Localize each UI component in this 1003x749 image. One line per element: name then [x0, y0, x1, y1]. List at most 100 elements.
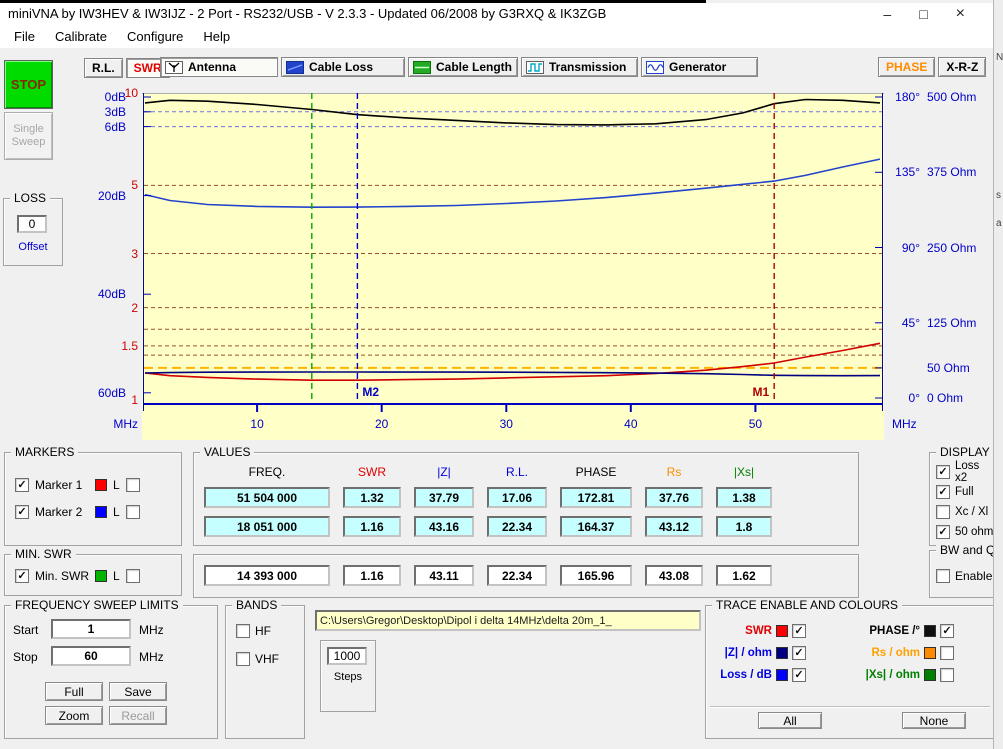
trace-checkbox-swr[interactable]: ✓ [792, 624, 806, 638]
values-header-z: |Z| [414, 465, 474, 479]
sweep-start-input[interactable] [51, 619, 131, 639]
marker-l-checkbox[interactable] [126, 478, 140, 492]
min-swr-l-checkbox[interactable] [126, 569, 140, 583]
right-axis-label: 0°0 Ohm [888, 391, 963, 405]
display-checkbox-50-ohm[interactable]: ✓ [936, 525, 950, 539]
close-icon[interactable]: × [956, 5, 965, 23]
mode-button-transmission[interactable]: Transmission [521, 57, 638, 77]
file-path-input[interactable] [315, 610, 701, 631]
minimize-icon[interactable]: – [883, 6, 891, 22]
trace-item-label: Rs / ohm [852, 647, 920, 659]
right-axis-label: 90°250 Ohm [888, 241, 976, 255]
trace-item-xs-ohm: |Xs| / ohm [852, 666, 954, 683]
chart-plot[interactable]: M1M2 [142, 93, 884, 440]
trace-none-button[interactable]: None [902, 712, 966, 729]
stop-button[interactable]: STOP [4, 60, 53, 109]
trace-color-swatch-xs-ohm[interactable] [924, 669, 936, 681]
chart-area[interactable]: M1M2 [142, 93, 884, 440]
trace-checkbox-xs-ohm[interactable] [940, 668, 954, 682]
loss-offset-field[interactable]: 0 [17, 215, 47, 233]
values-header-xs: |Xs| [716, 465, 772, 479]
mode-button-cable-length[interactable]: Cable Length [408, 57, 518, 77]
mode-button-cable-loss[interactable]: Cable Loss [281, 57, 405, 77]
trace-color-swatch-loss-db[interactable] [776, 669, 788, 681]
mode-button-label: Generator [669, 60, 726, 74]
min-swr-color-swatch[interactable] [95, 570, 107, 582]
tab-r-l[interactable]: R.L. [84, 58, 123, 78]
menu-item-file[interactable]: File [4, 27, 45, 46]
marker-color-swatch[interactable] [95, 506, 107, 518]
band-checkbox-hf[interactable] [236, 624, 250, 638]
trace-color-swatch-phase[interactable] [924, 625, 936, 637]
trace-item-label: |Z| / ohm [712, 647, 772, 659]
background-text-fragment: N [996, 52, 1003, 63]
background-text-fragment: a [996, 218, 1002, 229]
values-cell: 1.8 [716, 516, 772, 537]
loss-panel-title: LOSS [10, 191, 50, 205]
min-swr-values-cell: 22.34 [487, 565, 547, 586]
loss-panel: LOSS 0 Offset [3, 198, 63, 266]
mode-button-antenna[interactable]: Antenna [160, 57, 278, 77]
band-checkbox-vhf[interactable] [236, 652, 250, 666]
trace-checkbox-loss-db[interactable]: ✓ [792, 668, 806, 682]
display-checkbox-full[interactable]: ✓ [936, 485, 950, 499]
marker-label: Marker 2 [35, 505, 89, 519]
trace-row: Loss / dB✓|Xs| / ohm [712, 666, 954, 683]
trace-color-swatch-z-ohm[interactable] [776, 647, 788, 659]
y-axis-swr-label: 5 [108, 178, 138, 192]
values-table: FREQ.SWR|Z|R.L.PHASERs|Xs|51 504 0001.32… [204, 465, 772, 537]
right-tabs: PHASEX-R-Z [878, 57, 986, 77]
loss-offset-label[interactable]: Offset [4, 241, 62, 253]
x-axis-label: 40 [617, 417, 645, 431]
trace-all-button[interactable]: All [758, 712, 822, 729]
right-axis-ohm: 250 Ohm [927, 241, 976, 255]
frequency-sweep-panel: FREQUENCY SWEEP LIMITS Start MHz Stop MH… [4, 605, 218, 739]
trace-item-label: SWR [712, 625, 772, 637]
trace-checkbox-rs-ohm[interactable] [940, 646, 954, 660]
sweep-zoom-button[interactable]: Zoom [45, 706, 103, 725]
display-checkbox-xc-xl[interactable] [936, 505, 950, 519]
background-window-strip: Nsa [993, 0, 1003, 749]
trace-checkbox-phase[interactable]: ✓ [940, 624, 954, 638]
menu-item-calibrate[interactable]: Calibrate [45, 27, 117, 46]
trace-color-swatch-swr[interactable] [776, 625, 788, 637]
values-header-r-l: R.L. [487, 465, 547, 479]
tab-phase[interactable]: PHASE [878, 57, 935, 77]
bw-and-q-title: BW and Q [936, 543, 999, 557]
title-bar: miniVNA by IW3HEV & IW3IJZ - 2 Port - RS… [0, 3, 993, 25]
values-cell: 51 504 000 [204, 487, 330, 508]
bands-panel: BANDS HFVHF [225, 605, 305, 739]
band-option-label: HF [255, 624, 271, 638]
tab-x-r-z[interactable]: X-R-Z [938, 57, 986, 77]
marker-enable-checkbox[interactable]: ✓ [15, 478, 29, 492]
values-cell: 172.81 [560, 487, 632, 508]
steps-field[interactable]: 1000 [327, 647, 367, 665]
mode-button-label: Cable Loss [309, 60, 373, 74]
min-swr-checkbox[interactable]: ✓ [15, 569, 29, 583]
trace-color-swatch-rs-ohm[interactable] [924, 647, 936, 659]
single-sweep-button[interactable]: Single Sweep [4, 112, 53, 160]
y-axis-db-label: 3dB [84, 105, 126, 119]
right-axis-ohm: 125 Ohm [927, 316, 976, 330]
marker-color-swatch[interactable] [95, 479, 107, 491]
marker-enable-checkbox[interactable]: ✓ [15, 505, 29, 519]
sweep-save-button[interactable]: Save [109, 682, 167, 701]
maximize-icon[interactable]: □ [919, 6, 927, 22]
display-checkbox-loss-x2[interactable]: ✓ [936, 465, 950, 479]
menu-item-help[interactable]: Help [193, 27, 240, 46]
values-cell: 22.34 [487, 516, 547, 537]
marker-label: Marker 1 [35, 478, 89, 492]
marker-l-checkbox[interactable] [126, 505, 140, 519]
values-cell: 18 051 000 [204, 516, 330, 537]
sweep-stop-input[interactable] [51, 646, 131, 666]
sweep-stop-unit: MHz [139, 650, 164, 664]
trace-checkbox-z-ohm[interactable]: ✓ [792, 646, 806, 660]
mode-button-generator[interactable]: Generator [641, 57, 758, 77]
y-axis-swr-label: 2 [108, 301, 138, 315]
bwq-enable-checkbox[interactable] [936, 569, 950, 583]
display-option-50-ohm: ✓50 ohm [936, 525, 994, 539]
sweep-full-button[interactable]: Full [45, 682, 103, 701]
display-option-label: Xc / Xl [955, 506, 988, 518]
menu-item-configure[interactable]: Configure [117, 27, 193, 46]
right-axis-ohm: 500 Ohm [927, 90, 976, 104]
